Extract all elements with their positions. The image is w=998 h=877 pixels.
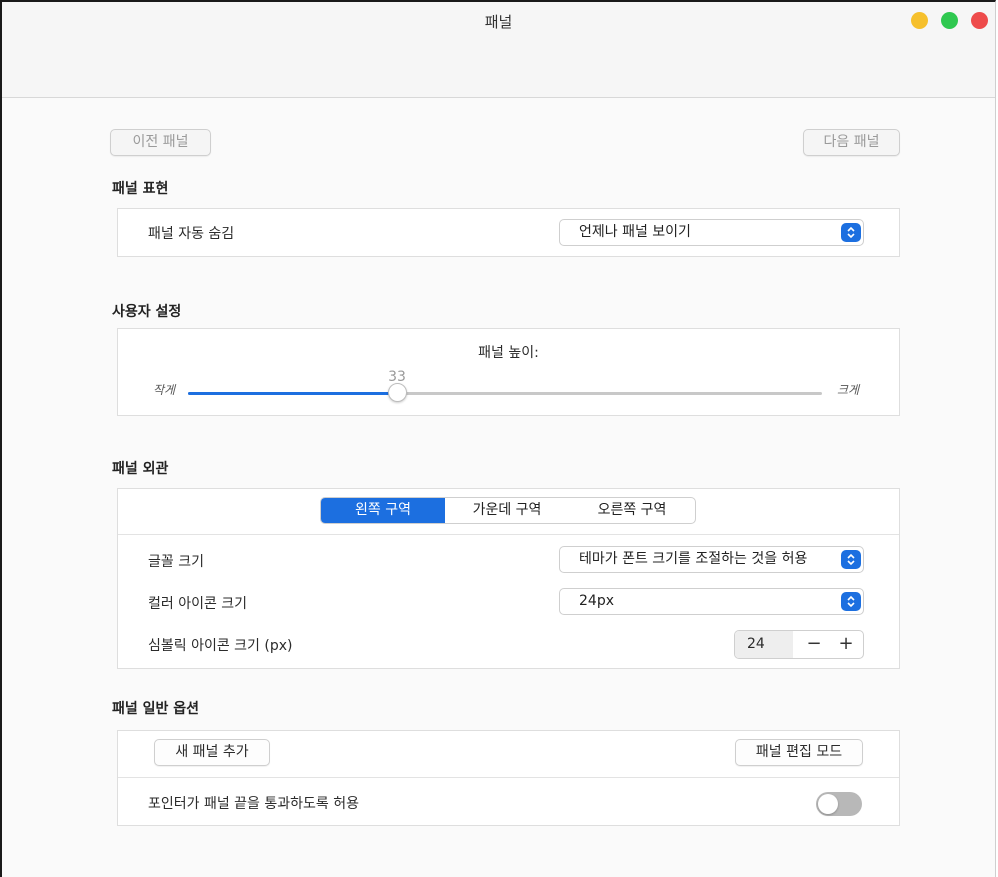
appearance-card: 왼쪽 구역 가운데 구역 오른쪽 구역 글꼴 크기 테마가 폰트 크기를 조절하… — [117, 488, 900, 669]
title-bar: 패널 — [2, 2, 995, 39]
add-panel-button[interactable]: 새 패널 추가 — [154, 739, 270, 766]
symbolic-icon-size-label: 심볼릭 아이콘 크기 (px) — [148, 638, 293, 654]
font-size-combo[interactable]: 테마가 폰트 크기를 조절하는 것을 허용 — [559, 546, 864, 573]
tab-left-zone[interactable]: 왼쪽 구역 — [321, 498, 445, 523]
autohide-combo[interactable]: 언제나 패널 보이기 — [559, 219, 864, 246]
next-panel-button[interactable]: 다음 패널 — [803, 129, 900, 156]
pointer-passthrough-label: 포인터가 패널 끝을 통과하도록 허용 — [148, 796, 359, 812]
tab-center-zone[interactable]: 가운데 구역 — [445, 498, 569, 523]
decrement-button[interactable]: − — [799, 631, 829, 658]
toolbar — [2, 39, 995, 98]
font-size-label: 글꼴 크기 — [148, 554, 204, 570]
panel-height-label: 패널 높이: — [478, 345, 539, 361]
section-title-appearance: 패널 외관 — [112, 461, 169, 477]
zone-tabs: 왼쪽 구역 가운데 구역 오른쪽 구역 — [320, 497, 696, 524]
toggle-knob — [818, 794, 838, 814]
user-settings-card: 패널 높이: 작게 크게 33 — [117, 328, 900, 416]
font-size-combo-value: 테마가 폰트 크기를 조절하는 것을 허용 — [579, 551, 808, 567]
close-button[interactable] — [971, 12, 988, 29]
section-title-general: 패널 일반 옵션 — [112, 701, 200, 717]
divider — [118, 534, 899, 535]
prev-panel-button[interactable]: 이전 패널 — [110, 129, 211, 156]
panel-height-slider[interactable] — [188, 383, 822, 402]
symbolic-icon-size-value[interactable]: 24 — [735, 631, 793, 658]
autohide-combo-value: 언제나 패널 보이기 — [579, 224, 691, 240]
increment-button[interactable]: + — [831, 631, 861, 658]
edit-mode-button[interactable]: 패널 편집 모드 — [735, 739, 863, 766]
updown-chevron-icon — [841, 550, 861, 569]
slider-min-label: 작게 — [153, 383, 176, 397]
minimize-button[interactable] — [911, 12, 928, 29]
section-title-representation: 패널 표현 — [112, 181, 169, 197]
tab-right-zone[interactable]: 오른쪽 구역 — [569, 498, 695, 523]
slider-handle[interactable] — [388, 383, 407, 402]
section-title-user: 사용자 설정 — [112, 304, 182, 320]
content-area: 이전 패널 다음 패널 패널 표현 패널 자동 숨김 언제나 패널 보이기 사용… — [2, 98, 995, 877]
slider-fill — [188, 392, 397, 395]
color-icon-size-label: 컬러 아이콘 크기 — [148, 596, 248, 612]
general-options-card: 새 패널 추가 패널 편집 모드 포인터가 패널 끝을 통과하도록 허용 — [117, 730, 900, 826]
symbolic-icon-size-spinbutton: 24 − + — [734, 630, 864, 659]
maximize-button[interactable] — [941, 12, 958, 29]
settings-window: 패널 이전 패널 다음 패널 패널 표현 패널 자동 숨김 언제나 패널 보이기… — [0, 0, 996, 877]
updown-chevron-icon — [841, 592, 861, 611]
divider — [118, 777, 899, 778]
updown-chevron-icon — [841, 223, 861, 242]
representation-card: 패널 자동 숨김 언제나 패널 보이기 — [117, 208, 900, 257]
pointer-passthrough-toggle[interactable] — [816, 792, 862, 816]
autohide-label: 패널 자동 숨김 — [148, 226, 235, 242]
slider-max-label: 크게 — [837, 383, 860, 397]
window-title: 패널 — [484, 13, 513, 31]
color-icon-size-combo[interactable]: 24px — [559, 588, 864, 615]
color-icon-size-value: 24px — [579, 593, 614, 609]
